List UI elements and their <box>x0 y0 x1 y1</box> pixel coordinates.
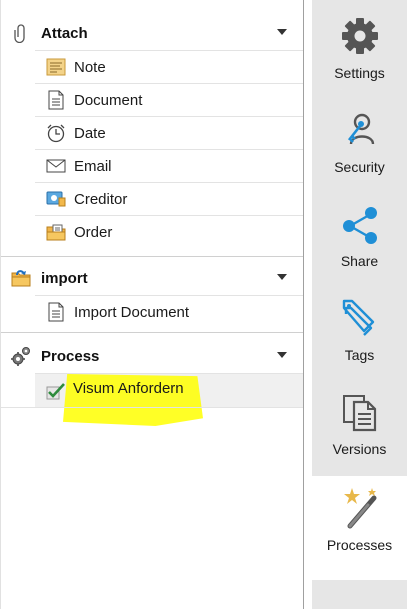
envelope-icon <box>46 156 66 176</box>
item-label: Order <box>74 223 113 241</box>
side-toolbar: Settings Security Share Tags Versions Pr… <box>312 0 407 609</box>
magic-wand-icon <box>338 486 382 530</box>
tool-label: Share <box>340 253 379 269</box>
group-label: Attach <box>41 24 88 42</box>
import-folder-icon <box>11 268 31 288</box>
list-item-date[interactable]: Date <box>35 116 304 149</box>
document-icon <box>46 302 66 322</box>
group-divider <box>1 256 304 257</box>
paperclip-icon <box>11 23 31 43</box>
item-label: Document <box>74 91 143 109</box>
key-person-icon <box>338 108 382 152</box>
tool-label: Tags <box>344 347 375 363</box>
group-header-attach[interactable]: Attach <box>1 15 304 51</box>
list-item-note[interactable]: Note <box>35 50 304 83</box>
creditor-icon <box>46 189 66 209</box>
tool-security[interactable]: Security <box>312 108 407 175</box>
order-folder-icon <box>46 222 66 242</box>
group-label: Process <box>41 347 100 365</box>
item-label: Date <box>74 124 106 142</box>
share-icon <box>338 202 382 246</box>
window: Attach Note Document Date Email Creditor… <box>0 0 407 609</box>
list-item-creditor[interactable]: Creditor <box>35 182 304 215</box>
item-label: Visum Anfordern <box>73 380 184 397</box>
panel-divider <box>303 0 304 609</box>
process-gears-icon <box>11 346 31 366</box>
document-icon <box>46 90 66 110</box>
tool-settings[interactable]: Settings <box>312 14 407 81</box>
group-divider <box>1 407 304 408</box>
list-item-import-document[interactable]: Import Document <box>35 295 304 328</box>
list-item-email[interactable]: Email <box>35 149 304 182</box>
checkmark-icon <box>46 381 66 401</box>
clock-icon <box>46 123 66 143</box>
versions-icon <box>338 390 382 434</box>
tool-label: Versions <box>332 441 387 457</box>
group-label: import <box>41 269 88 287</box>
group-divider <box>1 332 304 333</box>
tool-share[interactable]: Share <box>312 202 407 269</box>
actions-panel: Attach Note Document Date Email Creditor… <box>0 0 312 609</box>
gear-icon <box>338 14 382 58</box>
note-icon <box>46 57 66 77</box>
tool-label: Security <box>334 159 385 175</box>
tool-label: Processes <box>326 537 393 553</box>
tool-tags[interactable]: Tags <box>312 296 407 363</box>
group-header-process[interactable]: Process <box>1 338 304 374</box>
list-item-order[interactable]: Order <box>35 215 304 248</box>
chevron-down-icon[interactable] <box>276 272 288 282</box>
tool-versions[interactable]: Versions <box>312 390 407 457</box>
tags-icon <box>338 296 382 340</box>
group-header-import[interactable]: import <box>1 260 304 296</box>
list-item-document[interactable]: Document <box>35 83 304 116</box>
item-label: Creditor <box>74 190 128 208</box>
item-label: Note <box>74 58 106 76</box>
tool-processes[interactable]: Processes <box>312 476 407 580</box>
item-label: Email <box>74 157 112 175</box>
tool-label: Settings <box>334 65 385 81</box>
chevron-down-icon[interactable] <box>276 27 288 37</box>
item-label: Import Document <box>74 303 190 321</box>
chevron-down-icon[interactable] <box>276 350 288 360</box>
